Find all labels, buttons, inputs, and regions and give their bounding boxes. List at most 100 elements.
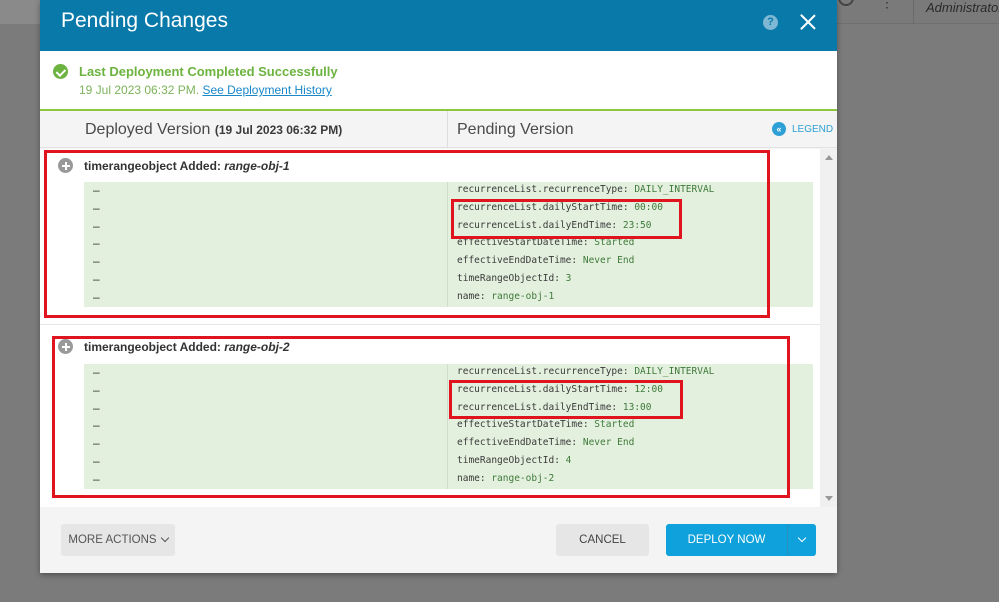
diff-table: – recurrenceList.recurrenceType: DAILY_IN… (84, 364, 813, 489)
deployment-history-link[interactable]: See Deployment History (202, 83, 331, 97)
change-item: timerangeobject Added: range-obj-2 – recu… (40, 325, 820, 507)
pending-value: effectiveEndDateTime: Never End (457, 255, 634, 266)
property-value: Started (594, 419, 635, 431)
more-actions-button[interactable]: MORE ACTIONS (61, 524, 175, 556)
pending-value: recurrenceList.dailyStartTime: 00:00 (457, 202, 663, 213)
pending-changes-dialog: Pending Changes ? Last Deployment Comple… (40, 0, 837, 573)
change-header: timerangeobject Added: range-obj-1 (58, 158, 290, 173)
property-value: 00:00 (634, 201, 663, 213)
more-actions-label: MORE ACTIONS (68, 534, 157, 546)
diff-row: – recurrenceList.dailyEndTime: 23:50 (84, 218, 813, 236)
pending-value: recurrenceList.recurrenceType: DAILY_INT… (457, 366, 714, 377)
change-header: timerangeobject Added: range-obj-2 (58, 339, 290, 354)
property-value: 3 (565, 272, 572, 284)
status-timestamp: 19 Jul 2023 06:32 PM. (79, 83, 200, 97)
property-value: Never End (582, 437, 635, 449)
background-user-label: Administrator (926, 0, 999, 15)
diff-row: – effectiveEndDateTime: Never End (84, 253, 813, 271)
diff-row: – effectiveStartDateTime: Started (84, 417, 813, 435)
scroll-down-arrow-icon[interactable] (825, 496, 833, 501)
dialog-footer: MORE ACTIONS CANCEL DEPLOY NOW (40, 507, 837, 573)
deployed-value: – (93, 436, 100, 451)
pending-version-header: Pending Version (457, 121, 574, 138)
column-divider (447, 111, 448, 148)
pending-value: recurrenceList.dailyEndTime: 13:00 (457, 402, 651, 413)
background-divider (913, 0, 914, 24)
diff-row: – name: range-obj-2 (84, 471, 813, 489)
property-value: range-obj-2 (491, 472, 555, 484)
vertical-scrollbar[interactable] (820, 149, 837, 507)
diff-row: – timeRangeObjectId: 3 (84, 271, 813, 289)
background-status-icon (838, 0, 854, 6)
deployed-value: – (93, 471, 100, 486)
property-key: effectiveStartDateTime: (457, 237, 595, 249)
diff-row: – recurrenceList.recurrenceType: DAILY_IN… (84, 182, 813, 200)
cancel-button[interactable]: CANCEL (556, 524, 649, 556)
help-icon[interactable]: ? (763, 15, 778, 30)
property-key: effectiveEndDateTime: (457, 437, 583, 449)
deployed-version-header: Deployed Version (19 Jul 2023 06:32 PM) (85, 121, 342, 139)
deployed-value: – (93, 400, 100, 415)
deployed-version-label: Deployed Version (85, 121, 211, 138)
column-headers: Deployed Version (19 Jul 2023 06:32 PM) … (40, 111, 837, 148)
deploy-options-dropdown[interactable] (787, 524, 816, 556)
deployed-value: – (93, 200, 100, 215)
background-app-left (0, 0, 40, 24)
expand-plus-icon[interactable] (58, 158, 73, 173)
deployed-value: – (93, 418, 100, 433)
double-chevron-left-icon: « (772, 122, 786, 136)
deployed-value: – (93, 183, 100, 197)
diff-row: – recurrenceList.dailyEndTime: 13:00 (84, 400, 813, 418)
property-key: recurrenceList.dailyStartTime: (457, 383, 635, 395)
deployed-value: – (93, 271, 100, 286)
property-value: 4 (565, 454, 572, 466)
pending-value: name: range-obj-2 (457, 473, 554, 484)
change-type-label: timerangeobject Added: (84, 339, 225, 354)
dialog-header: Pending Changes ? (40, 0, 837, 51)
diff-row: – recurrenceList.dailyStartTime: 12:00 (84, 382, 813, 400)
changes-list: timerangeobject Added: range-obj-1 – recu… (40, 149, 837, 507)
change-type-label: timerangeobject Added: (84, 158, 225, 173)
pending-value: recurrenceList.recurrenceType: DAILY_INT… (457, 184, 714, 195)
property-value: DAILY_INTERVAL (634, 366, 715, 377)
scroll-up-arrow-icon[interactable] (825, 155, 833, 160)
property-key: recurrenceList.dailyEndTime: (457, 219, 623, 231)
status-subtitle: 19 Jul 2023 06:32 PM. See Deployment His… (79, 83, 332, 97)
pending-value: effectiveStartDateTime: Started (457, 237, 634, 248)
pending-value: effectiveStartDateTime: Started (457, 419, 634, 430)
deployed-value: – (93, 365, 100, 379)
expand-plus-icon[interactable] (58, 339, 73, 354)
deployed-value: – (93, 218, 100, 233)
pending-value: recurrenceList.dailyStartTime: 12:00 (457, 384, 663, 395)
background-more-icon: ⋮ (880, 0, 894, 10)
deployed-value: – (93, 453, 100, 468)
legend-label: LEGEND (792, 123, 834, 135)
dialog-title: Pending Changes (61, 9, 228, 32)
property-key: recurrenceList.dailyStartTime: (457, 201, 635, 213)
pending-value: timeRangeObjectId: 3 (457, 273, 571, 284)
property-key: recurrenceList.dailyEndTime: (457, 401, 623, 413)
diff-row: – recurrenceList.dailyStartTime: 00:00 (84, 200, 813, 218)
diff-row: – timeRangeObjectId: 4 (84, 453, 813, 471)
property-value: 23:50 (622, 219, 652, 231)
property-key: timeRangeObjectId: (457, 272, 566, 284)
property-value: Never End (582, 255, 635, 267)
legend-toggle[interactable]: « LEGEND (772, 122, 833, 136)
diff-row: – recurrenceList.recurrenceType: DAILY_IN… (84, 364, 813, 382)
diff-row: – name: range-obj-1 (84, 289, 813, 307)
property-key: name: (457, 472, 492, 484)
deploy-now-button[interactable]: DEPLOY NOW (666, 524, 787, 556)
property-key: effectiveStartDateTime: (457, 419, 595, 431)
deployed-value: – (93, 289, 100, 304)
diff-row: – effectiveStartDateTime: Started (84, 235, 813, 253)
property-value: range-obj-1 (491, 290, 555, 302)
diff-row: – effectiveEndDateTime: Never End (84, 435, 813, 453)
close-icon[interactable] (797, 11, 819, 33)
change-object-name: range-obj-1 (224, 158, 290, 173)
success-check-icon (53, 64, 68, 79)
pending-value: timeRangeObjectId: 4 (457, 455, 571, 466)
chevron-down-icon (797, 533, 807, 543)
property-value: 13:00 (622, 401, 652, 413)
deployed-value: – (93, 254, 100, 269)
property-key: timeRangeObjectId: (457, 454, 566, 466)
